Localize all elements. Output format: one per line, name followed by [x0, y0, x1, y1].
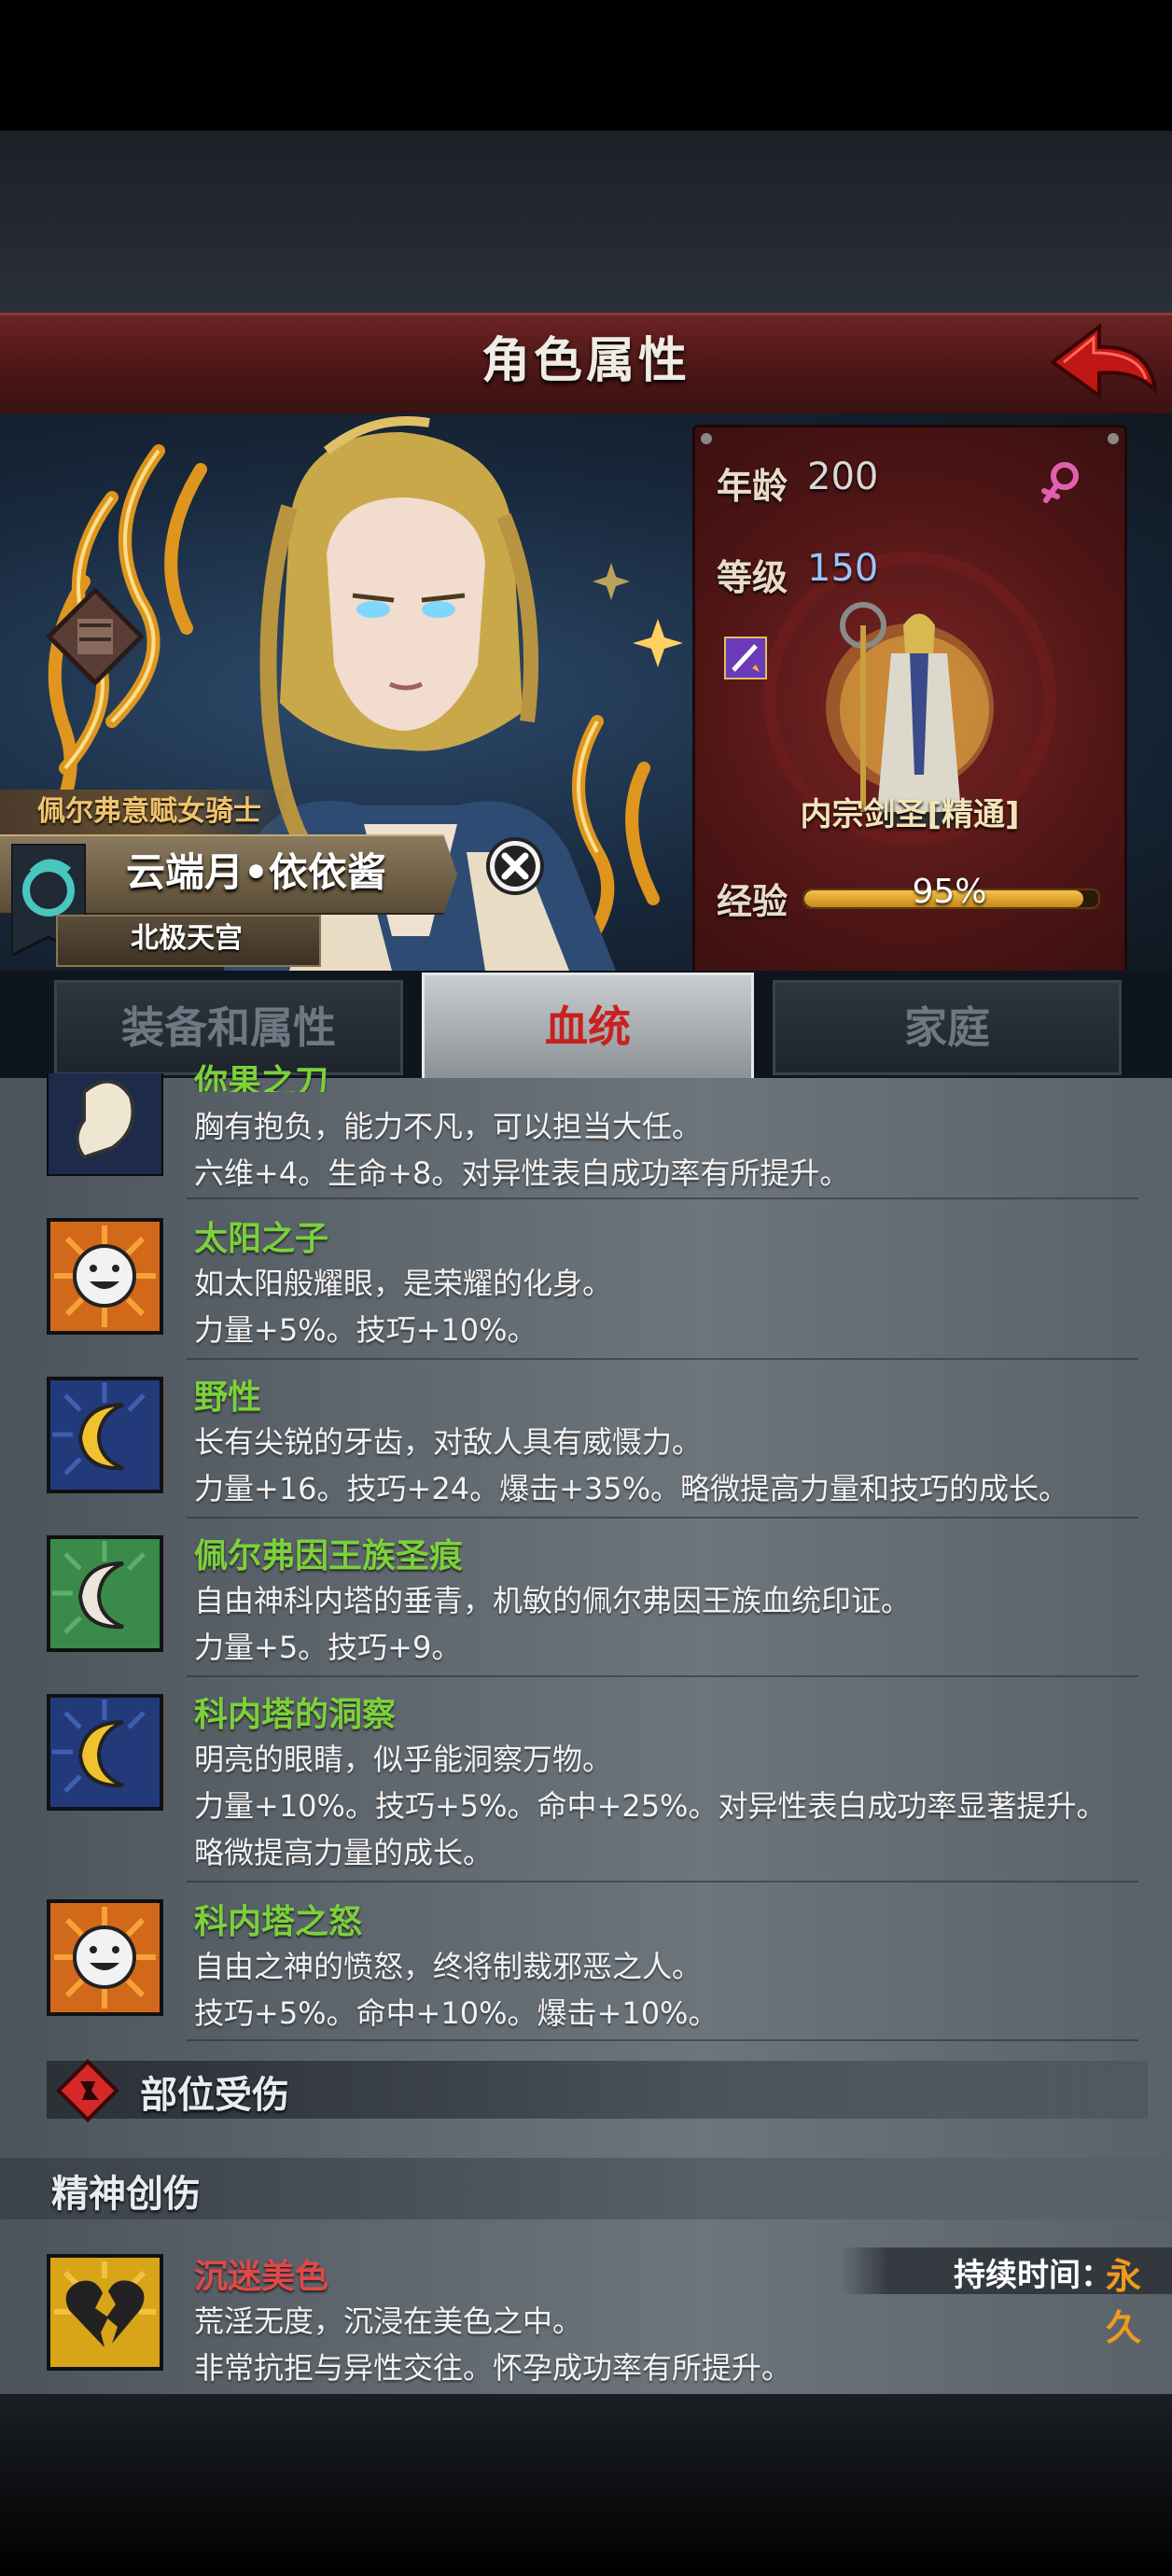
trait-desc: 自由之神的愤怒，终将制裁邪恶之人。 — [194, 1949, 703, 1984]
divider — [187, 1675, 1138, 1677]
trait-desc: 如太阳般耀眼，是荣耀的化身。 — [194, 1266, 613, 1301]
trait-desc: 明亮的眼睛，似乎能洞察万物。 — [194, 1742, 613, 1777]
injury-title: 部位受伤 — [140, 2074, 289, 2117]
trait-name: 科内塔的洞察 — [194, 1696, 397, 1734]
level-value: 150 — [807, 547, 879, 590]
trait-name: 科内塔之怒 — [194, 1903, 363, 1941]
divider — [187, 1517, 1138, 1519]
divider — [187, 1358, 1138, 1360]
broken-heart-icon — [47, 2254, 163, 2371]
tab-bloodline[interactable]: 血统 — [422, 973, 754, 1081]
age-value: 200 — [807, 455, 879, 498]
injury-icon — [54, 2057, 121, 2124]
trait-effect: 力量+5。技巧+9。 — [194, 1630, 462, 1665]
level-label: 等级 — [717, 557, 788, 598]
trait-effect: 力量+16。技巧+24。爆击+35%。略微提高力量和技巧的成长。 — [194, 1471, 1069, 1506]
mental-title: 精神创伤 — [51, 2173, 201, 2216]
close-icon[interactable] — [484, 835, 546, 897]
back-arrow-icon[interactable] — [1045, 317, 1162, 406]
character-location: 北极天宫 — [131, 922, 243, 955]
divider — [187, 1881, 1138, 1883]
duration-value: 永久 — [1106, 2256, 1142, 2348]
bottom-band — [0, 2394, 1172, 2576]
character-name[interactable]: 云端月•依依酱 — [126, 834, 443, 911]
tab-family[interactable]: 家庭 — [773, 980, 1122, 1075]
divider — [187, 2039, 1138, 2041]
clan-badge-icon[interactable] — [42, 583, 149, 691]
trait-effect: 力量+5%。技巧+10%。 — [194, 1312, 537, 1348]
divider — [187, 1197, 1138, 1199]
trait-name: 野性 — [194, 1379, 262, 1417]
trait-name: 太阳之子 — [194, 1220, 329, 1258]
character-title: 佩尔弗意赋女骑士 — [37, 795, 261, 828]
debuff-desc: 荒淫无度，沉浸在美色之中。 — [194, 2303, 583, 2339]
trait-desc: 自由神科内塔的垂青，机敏的佩尔弗因王族血统印证。 — [194, 1583, 912, 1618]
debuff-name: 沉迷美色 — [194, 2258, 329, 2296]
debuff-effect: 非常抗拒与异性交往。怀孕成功率有所提升。 — [194, 2350, 792, 2386]
duration-label: 持续时间： — [954, 2257, 1112, 2294]
trait-name: 你果之刀 — [194, 1063, 329, 1092]
sword-class-icon[interactable] — [724, 637, 767, 679]
trait-effect: 技巧+5%。命中+10%。爆击+10%。 — [194, 1995, 719, 2031]
sun-face-icon — [47, 1899, 163, 2016]
age-label: 年龄 — [717, 466, 788, 507]
top-band — [0, 131, 1172, 313]
trait-desc: 长有尖锐的牙齿，对敌人具有威慑力。 — [194, 1424, 703, 1460]
page-title: 角色属性 — [481, 333, 691, 389]
class-name: 内宗剑圣[精通] — [800, 796, 1020, 833]
trait-effect-extra: 略微提高力量的成长。 — [194, 1835, 494, 1870]
exp-value: 95% — [912, 873, 987, 911]
white-moon-icon — [47, 1535, 163, 1652]
arm-icon — [47, 1073, 163, 1176]
sun-face-icon — [47, 1218, 163, 1335]
moon-icon — [47, 1377, 163, 1493]
trait-desc: 胸有抱负，能力不凡，可以担当大任。 — [194, 1109, 703, 1144]
trait-name: 佩尔弗因王族圣痕 — [194, 1537, 464, 1575]
trait-effect: 六维+4。生命+8。对异性表白成功率有所提升。 — [194, 1155, 850, 1191]
moon-icon — [47, 1694, 163, 1811]
female-icon — [1040, 459, 1082, 506]
exp-label: 经验 — [717, 881, 788, 922]
trait-effect: 力量+10%。技巧+5%。命中+25%。对异性表白成功率显著提升。 — [194, 1788, 1107, 1824]
